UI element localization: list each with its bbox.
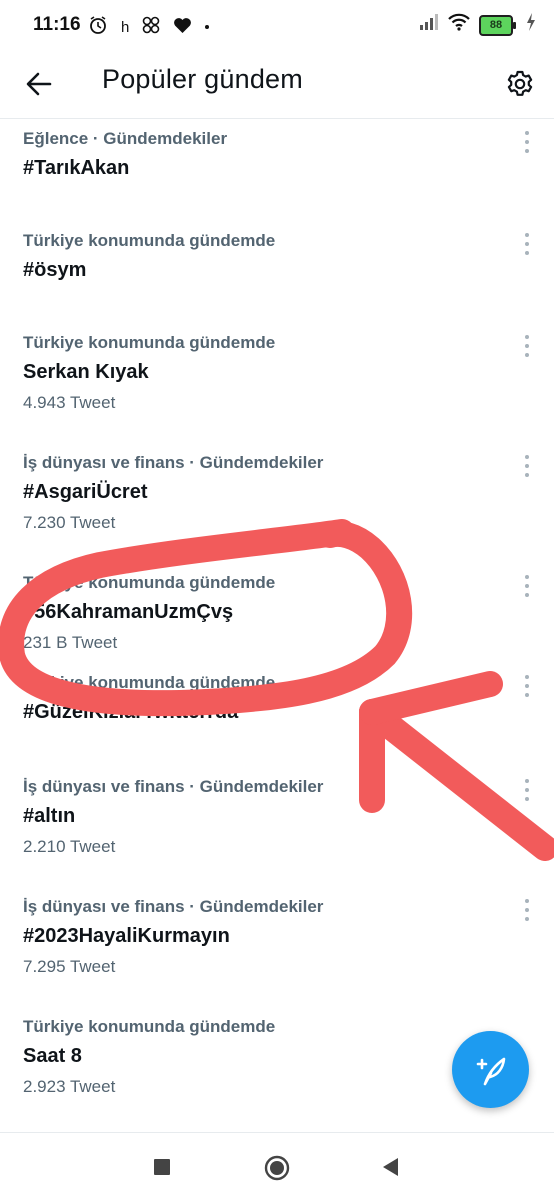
home-circle-icon (264, 1155, 290, 1181)
trend-context: İş dünyası ve finans · Gündemdekiler (23, 453, 324, 472)
trend-name: Serkan Kıyak (23, 361, 149, 383)
home-button[interactable] (264, 1155, 290, 1181)
trend-context: Türkiye konumunda gündemde (23, 333, 276, 352)
trend-item[interactable]: İş dünyası ve finans · Gündemdekiler #al… (0, 777, 554, 905)
wifi-icon (448, 13, 470, 37)
status-system-icons: 88 (419, 13, 536, 37)
page-title: Popüler gündem (102, 64, 303, 94)
trend-context: Türkiye konumunda gündemde (23, 573, 276, 592)
trend-tweet-count: 2.923 Tweet (23, 1077, 116, 1096)
more-options-icon[interactable] (522, 131, 532, 153)
trend-context: İş dünyası ve finans · Gündemdekiler (23, 897, 324, 916)
back-nav-button[interactable] (378, 1155, 402, 1179)
status-time: 11:16 (33, 14, 81, 35)
trend-name: #altın (23, 805, 76, 827)
trend-name: #2023HayaliKurmayın (23, 925, 230, 947)
more-options-icon[interactable] (522, 779, 532, 801)
trend-item[interactable]: Eğlence · Gündemdekiler #TarıkAkan (0, 119, 554, 221)
trend-item[interactable]: Türkiye konumunda gündemde #GüzelKızlarT… (0, 673, 554, 785)
top-app-bar: Popüler gündem (0, 52, 554, 119)
dot-icon (205, 25, 210, 29)
status-notification-icons: h (88, 15, 210, 39)
trend-name: #GüzelKızlarTwitterrda (23, 701, 239, 723)
trend-context: Türkiye konumunda gündemde (23, 231, 276, 250)
trend-name: #ösym (23, 259, 87, 281)
recents-square-icon (154, 1159, 170, 1175)
more-options-icon[interactable] (522, 575, 532, 597)
more-options-icon[interactable] (522, 675, 532, 697)
trend-name: #56KahramanUzmÇvş (23, 601, 234, 623)
trend-context: Türkiye konumunda gündemde (23, 1017, 276, 1036)
alarm-icon (88, 15, 108, 39)
trend-list: Eğlence · Gündemdekiler #TarıkAkan Türki… (0, 119, 554, 1145)
trend-tweet-count: 2.210 Tweet (23, 837, 116, 856)
trend-context: İş dünyası ve finans · Gündemdekiler (23, 777, 324, 796)
battery-icon: 88 (479, 14, 516, 36)
more-options-icon[interactable] (522, 899, 532, 921)
gear-icon (507, 70, 533, 96)
trend-context: Türkiye konumunda gündemde (23, 673, 276, 692)
arrow-left-icon (26, 72, 52, 96)
trend-item[interactable]: Türkiye konumunda gündemde #ösym (0, 221, 554, 323)
trend-item[interactable]: Türkiye konumunda gündemde Serkan Kıyak … (0, 323, 554, 443)
more-options-icon[interactable] (522, 335, 532, 357)
back-button[interactable] (20, 65, 58, 103)
charging-icon (526, 13, 536, 37)
back-triangle-icon (383, 1158, 398, 1176)
trend-name: #TarıkAkan (23, 157, 130, 179)
pinwheel-icon (142, 16, 160, 38)
trend-tweet-count: 231 B Tweet (23, 633, 118, 652)
status-bar: 11:16 h 88 (0, 0, 554, 52)
trend-context: Eğlence · Gündemdekiler (23, 129, 228, 148)
system-nav-bar (0, 1133, 554, 1200)
trend-item[interactable]: Türkiye konumunda gündemde #56KahramanUz… (0, 563, 554, 683)
recents-button[interactable] (150, 1155, 174, 1179)
trend-item[interactable]: İş dünyası ve finans · Gündemdekiler #20… (0, 897, 554, 1025)
more-options-icon[interactable] (522, 455, 532, 477)
settings-button[interactable] (501, 65, 539, 103)
more-options-icon[interactable] (522, 233, 532, 255)
trend-tweet-count: 7.230 Tweet (23, 513, 116, 532)
h-indicator: h (121, 18, 130, 36)
trend-tweet-count: 4.943 Tweet (23, 393, 116, 412)
heart-icon (173, 17, 192, 38)
compose-feather-icon (476, 1057, 505, 1085)
trend-item[interactable]: İş dünyası ve finans · Gündemdekiler #As… (0, 443, 554, 563)
trend-name: #AsgariÜcret (23, 481, 148, 503)
trend-tweet-count: 7.295 Tweet (23, 957, 116, 976)
trend-name: Saat 8 (23, 1045, 82, 1067)
compose-tweet-button[interactable] (452, 1031, 529, 1108)
signal-icon (419, 13, 439, 37)
